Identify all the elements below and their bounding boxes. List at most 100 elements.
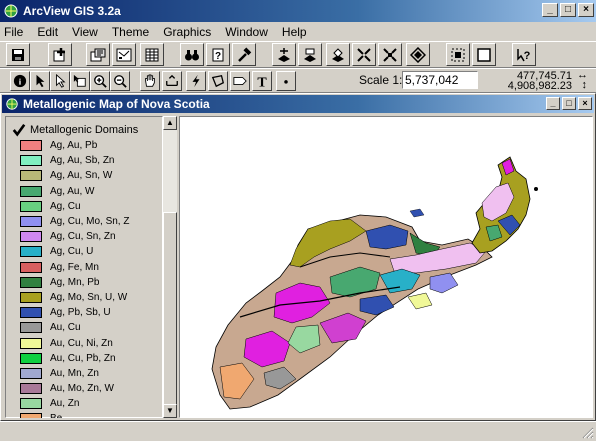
svg-text:?: ? [524, 50, 531, 62]
menu-edit[interactable]: Edit [37, 25, 58, 39]
text-tool[interactable]: T [252, 71, 272, 91]
legend-label: Au, Mn, Zn [50, 367, 99, 379]
save-project-button[interactable] [6, 43, 30, 66]
zoom-full-extent-button[interactable] [272, 43, 296, 66]
legend-swatch [20, 185, 42, 197]
legend-label: Ag, Mn, Pb [50, 276, 100, 288]
pointer-tool[interactable] [30, 71, 50, 91]
identify-tool[interactable]: i [10, 71, 30, 91]
minimize-button[interactable]: _ [542, 3, 558, 17]
legend-label: Ag, Cu, Mo, Sn, Z [50, 216, 130, 228]
area-of-interest-tool[interactable] [208, 71, 228, 91]
hammer-icon [238, 46, 252, 62]
clear-selection-button[interactable] [472, 43, 496, 66]
menu-window[interactable]: Window [225, 25, 268, 39]
legend-label: Ag, Au, Sb, Zn [50, 155, 115, 167]
legend-entry: Ag, Au, Sb, Zn [20, 153, 129, 168]
scroll-thumb[interactable] [163, 212, 177, 408]
globe-icon [4, 4, 18, 18]
map-island [409, 208, 425, 218]
tool-bar: i T Scale 1: 5,737,042 477,745.71 4,908,… [0, 68, 596, 93]
view-window: Metallogenic Map of Nova Scotia _ □ × Me… [0, 93, 596, 421]
save-icon [12, 48, 24, 61]
scroll-up-button[interactable]: ▲ [163, 116, 177, 130]
hotlink-tool[interactable] [186, 71, 206, 91]
toc-vertical-scrollbar[interactable]: ▲ ▼ [163, 116, 177, 418]
legend-swatch [20, 246, 42, 258]
help-button[interactable]: ? [512, 43, 536, 66]
maximize-button[interactable]: □ [560, 3, 576, 17]
legend-label: Ag, Cu [50, 200, 81, 212]
nova-scotia-map [211, 156, 538, 410]
view-close-button[interactable]: × [578, 97, 592, 110]
legend-entry: Ag, Pb, Sb, U [20, 305, 129, 320]
scale-label: Scale 1: [359, 73, 403, 87]
layer-header[interactable]: Metallogenic Domains [12, 123, 138, 137]
coordinate-y-readout: 4,908,982.23 [507, 80, 572, 92]
legend-swatch [20, 383, 42, 395]
checkmark-icon[interactable] [12, 123, 26, 137]
query-builder-button[interactable] [232, 43, 256, 66]
legend-entry: Au, Mo, Zn, W [20, 381, 129, 396]
legend-swatch [20, 337, 42, 349]
legend-swatch [20, 140, 42, 152]
legend-entry: Au, Zn [20, 396, 129, 411]
find-button[interactable] [180, 43, 204, 66]
vertex-edit-tool[interactable] [50, 71, 70, 91]
close-button[interactable]: × [578, 3, 594, 17]
legend-swatch [20, 200, 42, 212]
view-minimize-button[interactable]: _ [546, 97, 560, 110]
resize-grip-icon[interactable] [580, 425, 594, 439]
view-globe-icon [6, 98, 18, 110]
scale-input[interactable]: 5,737,042 [402, 71, 478, 89]
add-theme-button[interactable] [48, 43, 72, 66]
legend-label: Au, Cu [50, 322, 81, 334]
select-all-button[interactable] [446, 43, 470, 66]
pan-tool[interactable] [140, 71, 160, 91]
measure-tool[interactable] [162, 71, 182, 91]
svg-text:?: ? [215, 51, 221, 62]
add-theme-icon [53, 47, 65, 61]
legend-swatch [20, 276, 42, 288]
locate-icon: ? [212, 48, 224, 62]
clear-selection-icon [477, 47, 491, 62]
vertex-icon [56, 74, 66, 88]
theme-properties-button[interactable] [86, 43, 110, 66]
menu-theme[interactable]: Theme [112, 25, 149, 39]
menu-graphics[interactable]: Graphics [163, 25, 211, 39]
status-bar [0, 421, 596, 441]
menu-file[interactable]: File [4, 25, 23, 39]
view-restore-button[interactable]: □ [562, 97, 576, 110]
locate-address-button[interactable]: ? [206, 43, 230, 66]
view-title-bar: Metallogenic Map of Nova Scotia _ □ × [2, 95, 594, 113]
scroll-down-button[interactable]: ▼ [163, 404, 177, 418]
legend-label: Ag, Au, W [50, 185, 95, 197]
arrows-out-icon [383, 47, 397, 62]
map-region-mainland-base [211, 214, 493, 410]
legend-entry: Ag, Cu [20, 199, 129, 214]
legend-swatch [20, 231, 42, 243]
arrow-pointer-icon [36, 74, 45, 88]
select-feature-tool[interactable] [70, 71, 90, 91]
zoom-in-tool[interactable] [90, 71, 110, 91]
app-title: ArcView GIS 3.2a [23, 4, 121, 18]
legend-entry: Ag, Fe, Mn [20, 260, 129, 275]
zoom-out-tool[interactable] [110, 71, 130, 91]
label-tool[interactable] [230, 71, 250, 91]
menu-view[interactable]: View [72, 25, 98, 39]
legend-entry: Ag, Au, Pb [20, 138, 129, 153]
menu-help[interactable]: Help [282, 25, 307, 39]
measure-icon [166, 74, 178, 87]
edit-legend-button[interactable] [112, 43, 136, 66]
map-display[interactable] [179, 116, 593, 418]
draw-point-tool[interactable] [276, 71, 296, 91]
zoom-selected-button[interactable] [326, 43, 350, 66]
zoom-active-themes-button[interactable] [298, 43, 322, 66]
zoom-out-button[interactable] [378, 43, 402, 66]
layer-name: Metallogenic Domains [30, 124, 139, 136]
zoom-previous-button[interactable] [406, 43, 430, 66]
zoom-out-icon [114, 75, 127, 88]
zoom-in-button[interactable] [352, 43, 376, 66]
open-table-button[interactable] [140, 43, 164, 66]
app-title-bar: ArcView GIS 3.2a _ □ × [0, 0, 596, 22]
